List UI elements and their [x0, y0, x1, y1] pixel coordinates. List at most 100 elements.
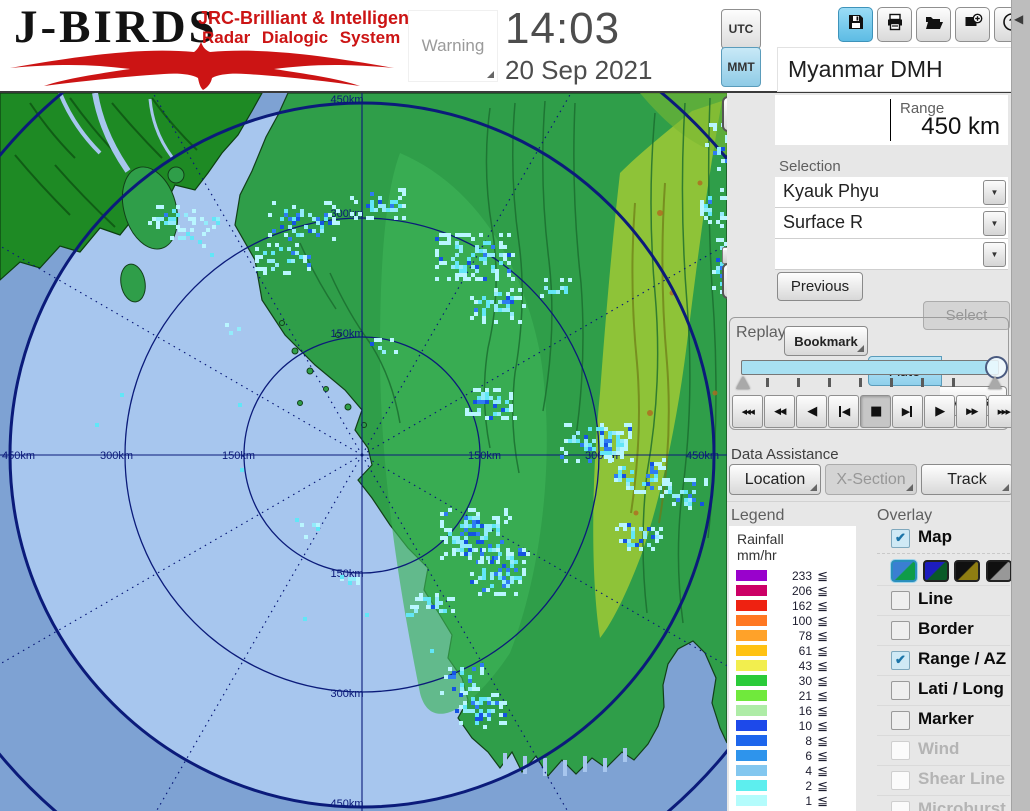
legend-operator: ≦ [817, 643, 828, 658]
legend-value: 162 [791, 599, 812, 613]
legend-title: Legend [731, 507, 785, 524]
radar-map-svg[interactable]: 450km300km150km150km300km450km450km 300km… [0, 0, 834, 811]
open-folder-button[interactable] [916, 7, 951, 42]
legend-scale: 233 ≦ 206 ≦ 162 ≦ 100 ≦ 78 ≦ 61 ≦ 43 ≦ 30 ≦ 21 ≦ 16 ≦ 10 ≦ 8 ≦ 6… [729, 568, 856, 809]
warning-button[interactable]: Warning [408, 10, 498, 82]
slider-tick [890, 378, 893, 387]
legend-operator: ≦ [817, 583, 828, 598]
print-button[interactable] [877, 7, 912, 42]
checkbox-icon[interactable] [891, 771, 910, 790]
legend-value: 16 [798, 704, 812, 718]
legend-operator: ≦ [817, 793, 828, 808]
dropdown-option[interactable]: ▼ [775, 239, 1008, 270]
legend-value: 8 [805, 734, 812, 748]
fast-forward-2-button[interactable]: ▶▶ [956, 395, 987, 428]
stop-icon: ■ [870, 404, 882, 419]
checkbox-icon[interactable] [891, 741, 910, 760]
mmt-button[interactable]: MMT [721, 47, 761, 87]
dropdown-site[interactable]: Kyauk Phyu ▼ [775, 177, 1008, 208]
previous-button[interactable]: Previous [777, 272, 863, 301]
station-name: Myanmar DMH [788, 56, 943, 82]
map-style-4[interactable] [985, 560, 1012, 582]
checkbox-icon[interactable] [891, 591, 910, 610]
location-button[interactable]: Location [729, 464, 821, 495]
dropdown-product[interactable]: Surface R ▼ [775, 208, 1008, 239]
ring-label: 300km [100, 450, 133, 462]
skip-forward-button[interactable]: ▶ [892, 395, 923, 428]
overlay-item-shear-line[interactable]: Shear Line [877, 765, 1010, 795]
legend-operator: ≦ [817, 778, 828, 793]
save-button[interactable] [838, 7, 873, 42]
track-button[interactable]: Track [921, 464, 1013, 495]
checkbox-icon[interactable] [891, 711, 910, 730]
ring-label: 150km [330, 328, 363, 340]
button-label: Location [744, 470, 806, 488]
legend-entry: 162 ≦ [729, 598, 856, 614]
legend-entry: 61 ≦ [729, 643, 856, 659]
chevron-down-icon[interactable]: ▼ [983, 211, 1006, 236]
panel-collapse-strip[interactable]: ◀ [1011, 0, 1030, 811]
fast-rewind-3-button[interactable]: ◀◀◀ [732, 395, 763, 428]
overlay-item-marker[interactable]: Marker [877, 705, 1010, 735]
x-section-button[interactable]: X-Section [825, 464, 917, 495]
overlay-item-map[interactable]: ✔ Map [877, 524, 1010, 553]
radar-map-view[interactable]: 450km 300km 150km 150km 300km 450km 450km 300km… [0, 0, 834, 811]
legend-value: 30 [798, 674, 812, 688]
bookmark-button[interactable]: Bookmark [784, 326, 868, 356]
legend-unit: mm/hr [737, 547, 777, 563]
print-icon [885, 12, 905, 37]
replay-slider-track[interactable] [741, 360, 999, 375]
fast-rewind-2-icon: ◀◀ [774, 406, 786, 417]
overlay-item-wind[interactable]: Wind [877, 735, 1010, 765]
slider-start-marker[interactable] [736, 376, 750, 389]
fast-forward-2-icon: ▶▶ [966, 406, 978, 417]
slider-end-marker[interactable] [988, 376, 1002, 389]
ring-label: 450km [686, 450, 719, 462]
legend-value: 21 [798, 689, 812, 703]
overlay-item-lati-long[interactable]: Lati / Long [877, 675, 1010, 705]
map-style-2[interactable] [922, 560, 949, 582]
range-value: 450 km [921, 113, 1000, 140]
add-image-button[interactable] [955, 7, 990, 42]
ring-label: 150km [222, 450, 255, 462]
step-back-button[interactable]: ◀ [796, 395, 827, 428]
checkbox-icon[interactable] [891, 681, 910, 700]
checkbox-checked-icon[interactable]: ✔ [891, 529, 910, 548]
jbirds-application-window: J-BIRDS JRC-Brilliant & Intelligent Rada… [0, 0, 1030, 811]
skip-back-button[interactable]: ◀ [828, 395, 859, 428]
stop-button[interactable]: ■ [860, 395, 891, 428]
legend-entry: 8 ≦ [729, 733, 856, 749]
play-button[interactable]: ▶ [924, 395, 955, 428]
overlay-item-range-az[interactable]: ✔ Range / AZ [877, 645, 1010, 675]
legend-value: 2 [805, 779, 812, 793]
checkbox-icon[interactable] [891, 621, 910, 640]
overlay-item-line[interactable]: Line [877, 585, 1010, 615]
checkbox-checked-icon[interactable]: ✔ [891, 651, 910, 670]
legend-entry: 30 ≦ [729, 673, 856, 689]
selection-label: Selection [779, 158, 841, 175]
checkbox-icon[interactable] [891, 801, 910, 811]
fast-rewind-2-button[interactable]: ◀◀ [764, 395, 795, 428]
overlay-item-label: Wind [918, 739, 960, 758]
overlay-item-microburst[interactable]: Microburst [877, 795, 1010, 811]
collapse-left-icon[interactable]: ◀ [1014, 12, 1023, 26]
map-style-3[interactable] [954, 560, 980, 582]
chevron-down-icon[interactable]: ▼ [983, 180, 1006, 205]
chevron-down-icon[interactable]: ▼ [983, 242, 1006, 267]
overlay-item-border[interactable]: Border [877, 615, 1010, 645]
add-image-icon [963, 12, 983, 37]
legend-entry: 4 ≦ [729, 763, 856, 779]
legend-value: 61 [798, 644, 812, 658]
button-label: X-Section [836, 470, 906, 488]
legend-operator: ≦ [817, 748, 828, 763]
utc-button[interactable]: UTC [721, 9, 761, 49]
legend-entry: 6 ≦ [729, 748, 856, 764]
legend-box: Rainfall mm/hr 233 ≦ 206 ≦ 162 ≦ 100 ≦ 78 ≦ 61 ≦ 43 ≦… [729, 526, 856, 811]
legend-entry: 21 ≦ [729, 688, 856, 704]
map-style-1[interactable] [891, 560, 917, 582]
legend-value: 100 [791, 614, 812, 628]
slider-tick [921, 378, 924, 387]
fast-rewind-3-icon: ◀◀◀ [741, 407, 755, 416]
toolbar: ? [838, 7, 1029, 42]
playback-controls: ◀◀◀ ◀◀ ◀ ◀ ■ ▶ ▶ ▶▶ ▶▶▶ [732, 395, 1020, 428]
